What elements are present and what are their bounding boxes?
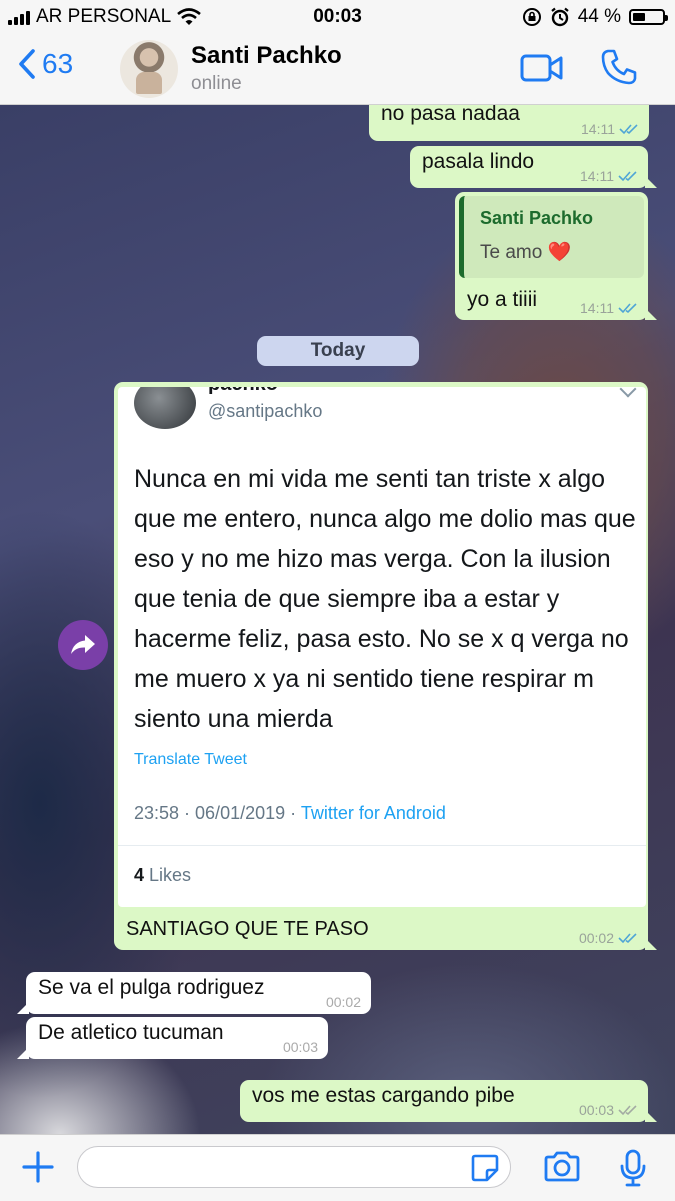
double-check-icon (618, 1105, 637, 1116)
message-time: 00:03 (282, 1039, 318, 1055)
back-chevron-icon (19, 49, 35, 79)
double-check-icon (618, 933, 637, 944)
phone-icon[interactable] (600, 48, 638, 86)
message-bubble[interactable]: pasala lindo 14:11 (410, 146, 657, 188)
video-call-icon[interactable] (520, 54, 564, 82)
message-text: yo a tiiii (467, 288, 538, 311)
double-check-icon (618, 303, 637, 314)
tweet-datetime: 23:58 · 06/01/2019 · (134, 803, 301, 823)
chevron-down-icon (619, 387, 637, 398)
alarm-icon (550, 7, 569, 27)
tweet-handle: @santipachko (208, 401, 323, 421)
battery-icon (629, 9, 668, 25)
message-text: Se va el pulga rodriguez (38, 976, 265, 999)
message-text: SANTIAGO QUE TE PASO (126, 918, 369, 940)
message-time: 00:02 (578, 930, 614, 946)
message-text: pasala lindo (422, 150, 535, 173)
message-bubble[interactable]: De atletico tucuman 00:03 (17, 1017, 328, 1059)
tweet-author-avatar (134, 387, 196, 429)
message-text: De atletico tucuman (38, 1021, 224, 1044)
forward-button[interactable] (58, 620, 108, 670)
sticker-icon[interactable] (470, 1153, 500, 1183)
translate-tweet-link: Translate Tweet (134, 751, 247, 768)
message-time: 00:02 (325, 994, 361, 1010)
message-time: 14:11 (580, 300, 614, 316)
message-time: 14:11 (581, 121, 615, 137)
message-time: 14:11 (580, 168, 614, 184)
message-composer (0, 1134, 675, 1201)
message-text: no pasa nadaa (381, 104, 520, 125)
double-check-icon (619, 124, 638, 135)
message-bubble[interactable]: no pasa nadaa 14:11 (369, 104, 649, 141)
quoted-text: Te amo ❤️ (480, 242, 572, 263)
back-button[interactable]: 63 (18, 48, 73, 80)
date-separator: Today (257, 336, 419, 366)
message-text: vos me estas cargando pibe (252, 1084, 515, 1107)
unread-count: 63 (42, 48, 74, 79)
plus-icon[interactable] (20, 1149, 56, 1185)
battery-percent: 44 % (577, 6, 621, 27)
reply-message-bubble[interactable]: Santi Pachko Te amo ❤️ yo a tiiii 14:11 (455, 192, 657, 320)
forward-icon (71, 635, 95, 654)
divider (118, 845, 646, 846)
tweet-author-name: pachko (208, 387, 278, 396)
microphone-icon[interactable] (620, 1149, 646, 1187)
chat-header: 63 Santi Pachko online (0, 34, 675, 105)
status-bar: AR PERSONAL 00:03 44 % (0, 0, 675, 34)
contact-avatar[interactable] (120, 40, 178, 98)
double-check-icon (618, 171, 637, 182)
chat-area[interactable]: no pasa nadaa 14:11 pasala lindo 14:11 S… (0, 104, 675, 1134)
lock-rotation-icon (522, 8, 541, 26)
contact-status: online (191, 73, 242, 94)
message-bubble[interactable]: Se va el pulga rodriguez 00:02 (17, 972, 371, 1014)
quoted-author: Santi Pachko (480, 208, 594, 228)
message-time: 00:03 (578, 1102, 614, 1118)
tweet-screenshot-image[interactable]: pachko @santipachko Nunca en mi vida me … (118, 387, 646, 907)
message-input[interactable] (77, 1146, 511, 1188)
tweet-likes: 4 Likes (134, 865, 192, 885)
heart-emoji: ❤️ (547, 242, 572, 263)
camera-icon[interactable] (543, 1151, 581, 1183)
tweet-meta: 23:58 · 06/01/2019 · Twitter for Android (134, 803, 446, 824)
tweet-source: Twitter for Android (300, 803, 446, 823)
message-bubble[interactable]: vos me estas cargando pibe 00:03 (240, 1080, 657, 1122)
tweet-text: Nunca en mi vida me senti tan triste x a… (134, 465, 636, 733)
contact-name[interactable]: Santi Pachko (191, 42, 342, 70)
quoted-message[interactable]: Santi Pachko Te amo ❤️ (459, 196, 644, 278)
